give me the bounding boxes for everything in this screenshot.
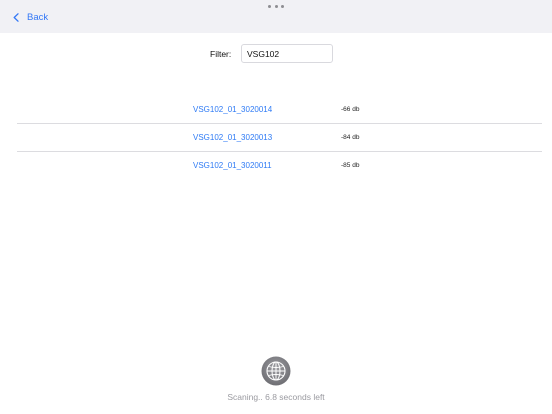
device-row[interactable]: VSG102_01_3020011 -85 db [0, 152, 552, 180]
more-dots-icon[interactable] [268, 5, 284, 9]
globe-scan-icon [261, 356, 291, 386]
filter-label: Filter: [210, 49, 232, 59]
navigation-bar: Back [0, 0, 552, 33]
device-name[interactable]: VSG102_01_3020014 [193, 105, 272, 114]
scan-screen: Back Filter: VSG102_01_3020014 -66 db VS… [0, 0, 552, 414]
back-button[interactable]: Back [13, 10, 48, 24]
back-label: Back [27, 11, 49, 23]
filter-input[interactable] [241, 44, 333, 63]
device-name[interactable]: VSG102_01_3020013 [193, 133, 272, 142]
chevron-left-icon [13, 12, 19, 22]
device-signal: -66 db [341, 106, 360, 113]
device-list: VSG102_01_3020014 -66 db VSG102_01_30200… [0, 96, 552, 180]
device-row[interactable]: VSG102_01_3020014 -66 db [0, 96, 552, 124]
device-name[interactable]: VSG102_01_3020011 [193, 161, 272, 170]
device-signal: -84 db [341, 134, 360, 141]
device-signal: -85 db [341, 162, 360, 169]
filter-row: Filter: [0, 44, 552, 65]
scan-status: Scaning.. 6.8 seconds left [227, 392, 325, 402]
device-row[interactable]: VSG102_01_3020013 -84 db [0, 124, 552, 152]
